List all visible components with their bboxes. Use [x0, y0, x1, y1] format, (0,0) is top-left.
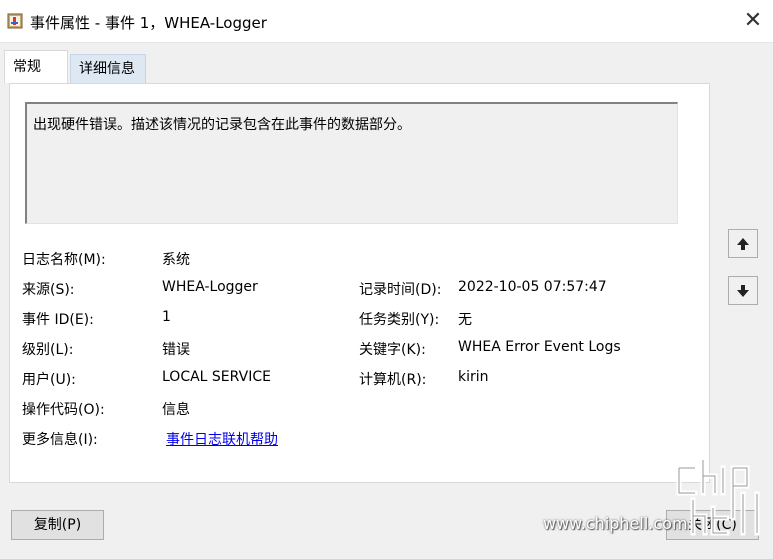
log-name-value[interactable]: 系统: [162, 249, 190, 269]
level-value[interactable]: 错误: [162, 339, 190, 359]
title-bar: 事件属性 - 事件 1，WHEA-Logger ✕: [0, 0, 773, 43]
opcode-label: 操作代码(O):: [22, 402, 105, 418]
event-id-label: 事件 ID(E):: [22, 312, 94, 328]
logged-label: 记录时间(D):: [359, 282, 442, 298]
user-label: 用户(U):: [22, 372, 76, 388]
close-window-icon[interactable]: ✕: [738, 8, 768, 34]
tab-general[interactable]: 常规: [4, 50, 68, 83]
keywords-label: 关键字(K):: [359, 342, 426, 358]
previous-event-button[interactable]: [728, 229, 758, 258]
event-properties-window: 事件属性 - 事件 1，WHEA-Logger ✕ 常规 详细信息 出现硬件错误…: [0, 0, 773, 559]
window-title: 事件属性 - 事件 1，WHEA-Logger: [30, 14, 267, 32]
task-category-label: 任务类别(Y):: [359, 312, 440, 328]
next-event-button[interactable]: [728, 276, 758, 305]
copy-button[interactable]: 复制(P): [11, 510, 104, 540]
event-id-value[interactable]: 1: [162, 309, 171, 325]
source-label: 来源(S):: [22, 282, 75, 298]
computer-label: 计算机(R):: [359, 372, 427, 388]
computer-value[interactable]: kirin: [458, 369, 489, 385]
general-panel: 出现硬件错误。描述该情况的记录包含在此事件的数据部分。 日志名称(M): 系统 …: [9, 83, 710, 483]
tab-details[interactable]: 详细信息: [70, 54, 146, 83]
event-viewer-icon: [7, 13, 23, 29]
level-label: 级别(L):: [22, 342, 74, 358]
event-description[interactable]: 出现硬件错误。描述该情况的记录包含在此事件的数据部分。: [25, 102, 678, 224]
more-info-label: 更多信息(I):: [22, 432, 98, 448]
close-button[interactable]: 关闭(C): [666, 510, 759, 540]
log-name-label: 日志名称(M):: [22, 252, 106, 268]
event-log-online-help-link[interactable]: 事件日志联机帮助: [166, 429, 278, 449]
user-value[interactable]: LOCAL SERVICE: [162, 369, 271, 385]
source-value[interactable]: WHEA-Logger: [162, 279, 258, 295]
tab-strip: 常规 详细信息: [4, 50, 766, 83]
opcode-value[interactable]: 信息: [162, 399, 190, 419]
arrow-down-icon: [737, 284, 749, 297]
task-category-value[interactable]: 无: [458, 309, 472, 329]
logged-value[interactable]: 2022-10-05 07:57:47: [458, 279, 607, 295]
arrow-up-icon: [737, 237, 749, 250]
keywords-value[interactable]: WHEA Error Event Logs: [458, 339, 621, 355]
